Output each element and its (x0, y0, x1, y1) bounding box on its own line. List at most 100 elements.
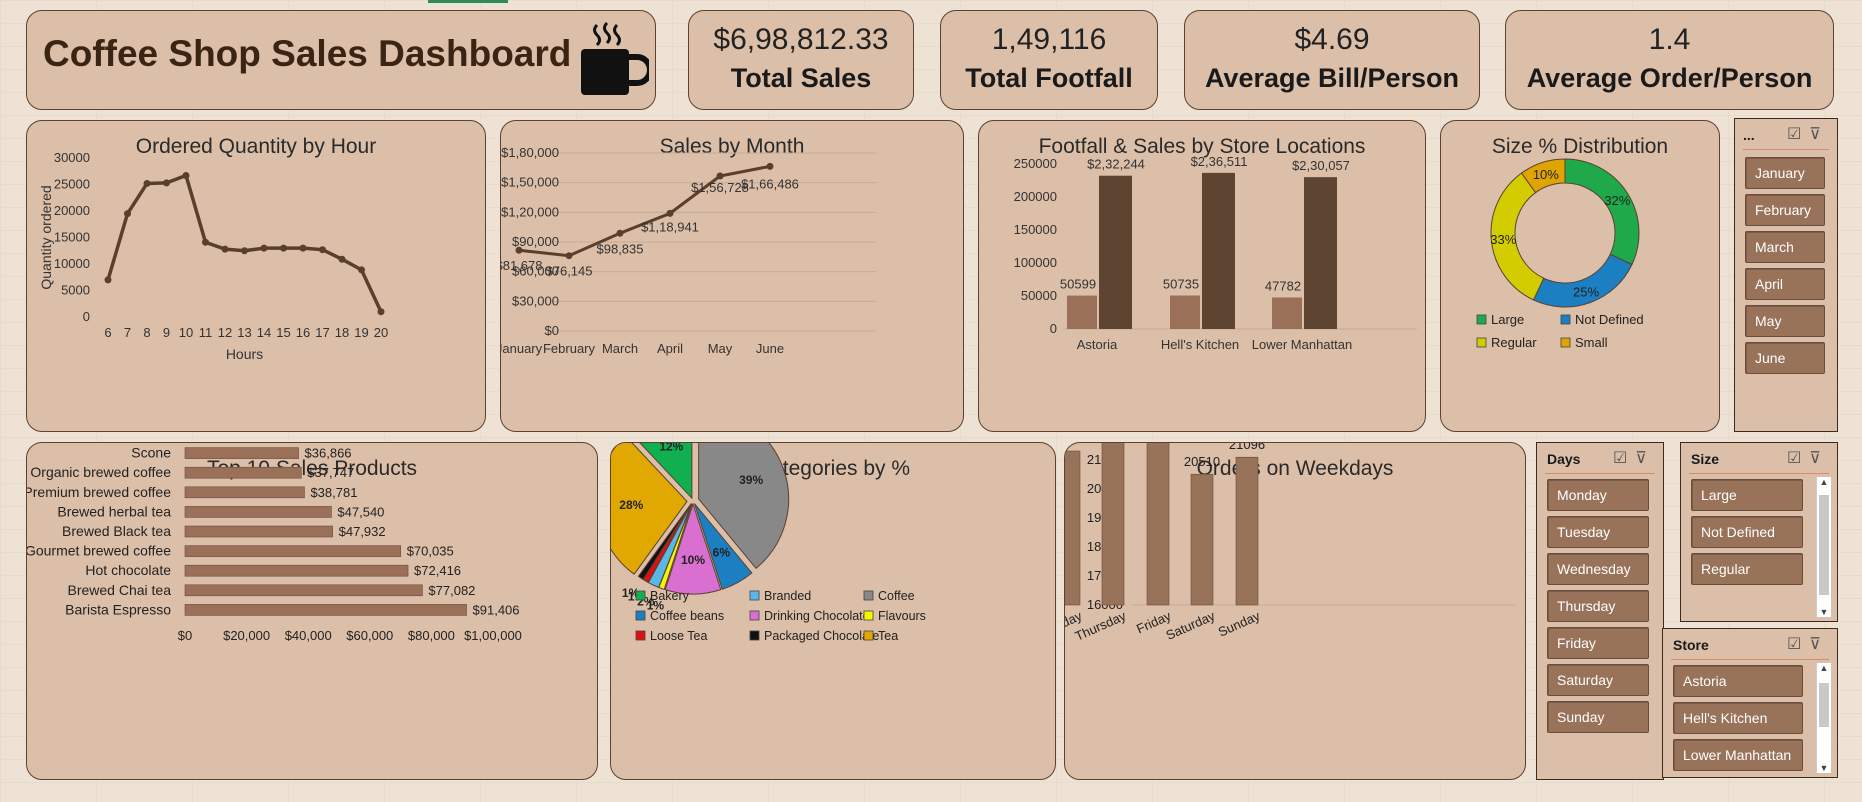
multi-select-icon[interactable]: ☑ (1787, 636, 1809, 653)
scroll-down-icon[interactable]: ▼ (1817, 763, 1831, 773)
y-tick-label: 150000 (1014, 222, 1057, 237)
kpi-value: $6,98,812.33 (713, 23, 889, 56)
slicer-item[interactable]: Astoria (1673, 665, 1803, 697)
size-slicer[interactable]: Size ☑⊽ ▲ ▼ Large Not Defined Regular (1680, 442, 1838, 622)
chart-size-panel[interactable]: Size % Distribution 32% 25% 33% 10% Large Not… (1440, 120, 1720, 432)
y-tick-label: $0 (545, 323, 559, 338)
slicer-controls[interactable]: ☑⊽ (1787, 634, 1829, 654)
chart-weekdays-panel[interactable]: Orders on Weekdays 160001700018000190002… (1064, 442, 1526, 780)
kpi-label: Total Footfall (965, 63, 1133, 93)
category-label: Organic brewed coffee (30, 464, 171, 480)
kpi-total-footfall: 1,49,116 Total Footfall (940, 10, 1158, 110)
data-label: 28% (619, 498, 643, 512)
x-tick-label: Saturday (1164, 608, 1218, 643)
data-label: $70,035 (407, 544, 454, 559)
legend-label: Flavours (878, 609, 926, 623)
legend-swatch (1560, 337, 1571, 348)
legend-swatch (635, 590, 646, 601)
y-tick-label: 100000 (1014, 255, 1057, 270)
chart-stores-panel[interactable]: Footfall & Sales by Store Locations 0 500… (978, 120, 1426, 432)
slicer-item[interactable]: May (1745, 305, 1825, 337)
y-tick-label: $1,20,000 (501, 204, 559, 219)
month-slicer[interactable]: ... ☑⊽ January February March April May June (1734, 118, 1838, 432)
multi-select-icon[interactable]: ☑ (1613, 450, 1635, 467)
store-slicer[interactable]: Store ☑⊽ ▲ ▼ Astoria Hell's Kitchen Lower … (1662, 628, 1838, 778)
chart-size: 32% 25% 33% 10% Large Not Defined Regular Small (1476, 158, 1644, 350)
data-label: 20510 (1184, 454, 1220, 469)
clear-filter-icon[interactable]: ⊽ (1809, 636, 1829, 653)
data-point (143, 179, 151, 187)
data-point (241, 247, 248, 255)
data-label: 47782 (1265, 278, 1301, 293)
category-label: Brewed Black tea (62, 523, 171, 539)
chart-categories-panel[interactable]: Categories by % 39%6%10%1%2%1%1%28%12%Ba… (610, 442, 1056, 780)
y-tick-label: 20000 (54, 203, 90, 218)
scroll-up-icon[interactable]: ▲ (1817, 663, 1831, 673)
data-label: $91,406 (473, 602, 520, 617)
slicer-item[interactable]: April (1745, 268, 1825, 300)
legend-label: Coffee beans (650, 609, 724, 623)
clear-filter-icon[interactable]: ⊽ (1635, 450, 1655, 467)
slicer-item[interactable]: March (1745, 231, 1825, 263)
multi-select-icon[interactable]: ☑ (1787, 450, 1809, 467)
y-tick-label: 10000 (54, 256, 90, 271)
chart-monthly-panel[interactable]: Sales by Month $0 $30,000 $60,000 $90,000 $1… (500, 120, 964, 432)
x-tick-label: Thursday (1073, 608, 1129, 644)
slicer-controls[interactable]: ☑⊽ (1787, 448, 1829, 468)
data-point (280, 244, 287, 252)
slicer-item[interactable]: Friday (1547, 627, 1649, 659)
slicer-item[interactable]: Lower Manhattan (1673, 739, 1803, 771)
chart-top10-panel[interactable]: Top 10 Sales Products Drip coffee$31,984… (26, 442, 598, 780)
slicer-item[interactable]: Monday (1547, 479, 1649, 511)
bar (184, 525, 333, 538)
slicer-item[interactable]: Hell's Kitchen (1673, 702, 1803, 734)
slicer-item[interactable]: Not Defined (1691, 516, 1803, 548)
legend-swatch (1476, 314, 1487, 325)
slicer-divider (1545, 473, 1655, 474)
slicer-item[interactable]: Sunday (1547, 701, 1649, 733)
data-label: 32% (1604, 193, 1630, 208)
size-slicer-scrollbar[interactable]: ▲ ▼ (1816, 477, 1831, 617)
scroll-up-icon[interactable]: ▲ (1817, 477, 1831, 487)
x-tick-label: $1,00,000 (464, 628, 522, 643)
store-slicer-scrollbar[interactable]: ▲ ▼ (1816, 663, 1831, 773)
slicer-item[interactable]: Regular (1691, 553, 1803, 585)
title-panel: Coffee Shop Sales Dashboard (26, 10, 656, 110)
chart-hourly-panel[interactable]: Ordered Quantity by Hour 0 5000 10000 15000… (26, 120, 486, 432)
legend-swatch (749, 630, 760, 641)
data-point (565, 252, 573, 260)
slicer-item[interactable]: Tuesday (1547, 516, 1649, 548)
slicer-item[interactable]: February (1745, 194, 1825, 226)
legend-label: Not Defined (1575, 312, 1644, 327)
x-tick-label: Astoria (1077, 337, 1118, 352)
y-tick-label: 250000 (1014, 156, 1057, 171)
slicer-item[interactable]: Saturday (1547, 664, 1649, 696)
x-tick-label: 9 (163, 325, 170, 340)
scroll-thumb[interactable] (1819, 495, 1829, 595)
data-label: $47,932 (339, 524, 386, 539)
slicer-item[interactable]: Thursday (1547, 590, 1649, 622)
slicer-item[interactable]: Wednesday (1547, 553, 1649, 585)
data-point (515, 246, 523, 254)
scroll-down-icon[interactable]: ▼ (1817, 607, 1831, 617)
bar (1202, 172, 1235, 329)
x-tick-label: February (543, 341, 596, 356)
data-label: 33% (1490, 232, 1516, 247)
page-title: Coffee Shop Sales Dashboard (43, 33, 572, 74)
x-tick-label: 13 (237, 325, 251, 340)
x-tick-label: 16 (296, 325, 310, 340)
clear-filter-icon[interactable]: ⊽ (1809, 126, 1829, 143)
slicer-controls[interactable]: ☑⊽ (1787, 124, 1829, 144)
x-tick-label: $0 (178, 628, 192, 643)
slicer-item[interactable]: January (1745, 157, 1825, 189)
slicer-item[interactable]: Large (1691, 479, 1803, 511)
slicer-controls[interactable]: ☑⊽ (1613, 448, 1655, 468)
scroll-thumb[interactable] (1819, 683, 1829, 727)
data-point (221, 245, 229, 253)
legend-swatch (1476, 337, 1487, 348)
kpi-label: Average Order/Person (1526, 63, 1813, 93)
clear-filter-icon[interactable]: ⊽ (1809, 450, 1829, 467)
slicer-item[interactable]: June (1745, 342, 1825, 374)
days-slicer[interactable]: Days ☑⊽ Monday Tuesday Wednesday Thursday Fr… (1536, 442, 1664, 780)
multi-select-icon[interactable]: ☑ (1787, 126, 1809, 143)
